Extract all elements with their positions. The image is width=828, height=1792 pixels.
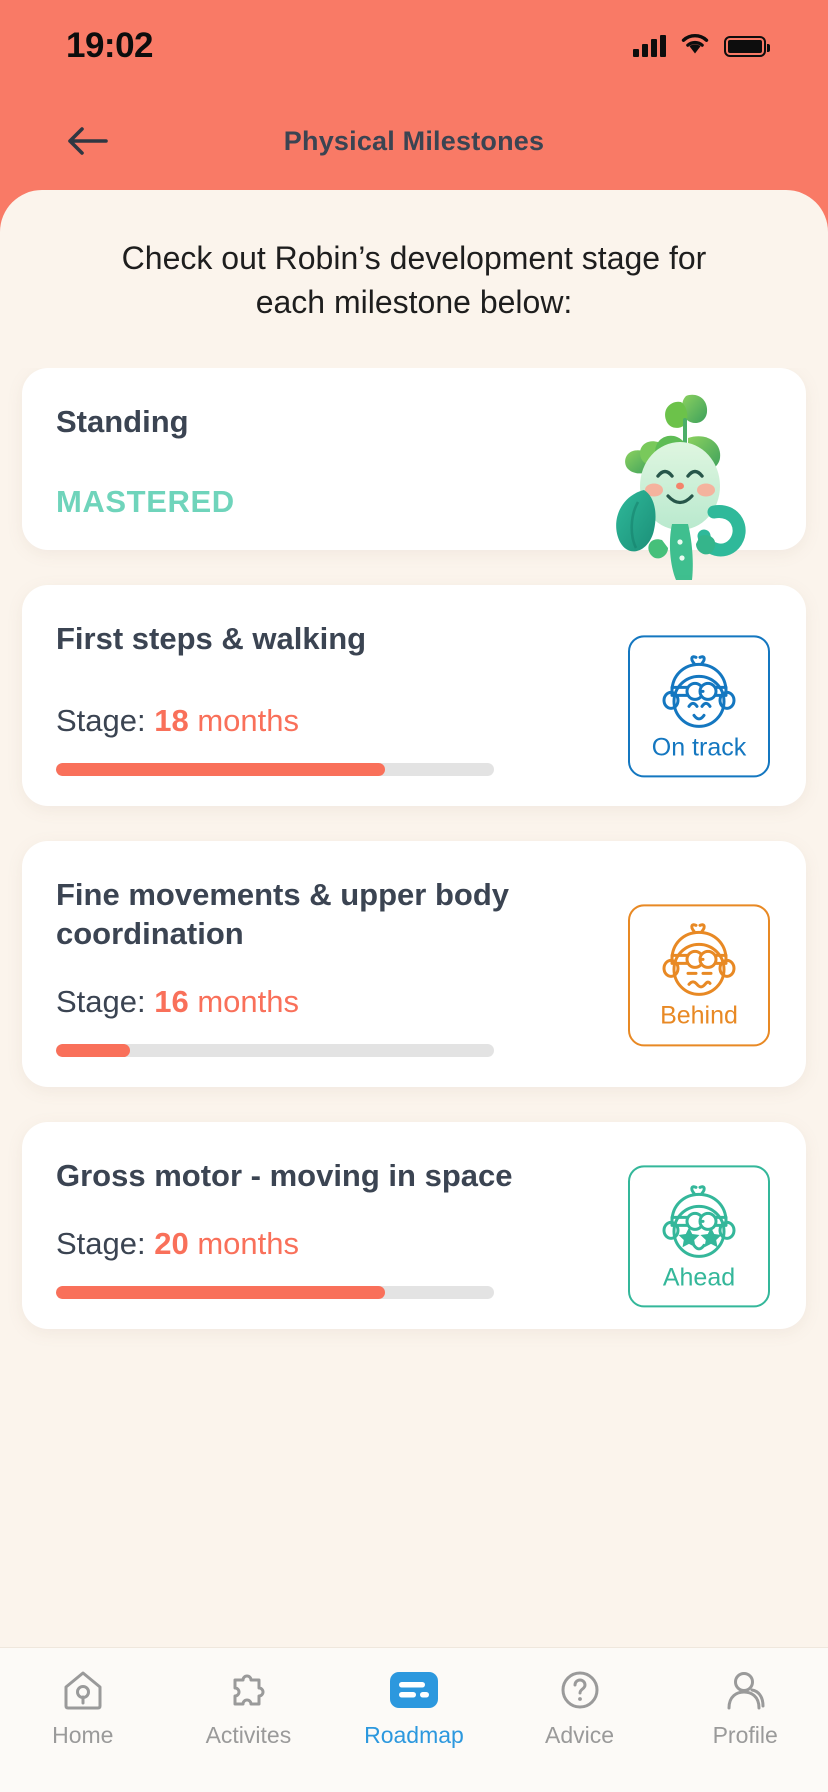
sprout-character-icon <box>588 390 758 580</box>
status-badge-label: Ahead <box>662 1263 736 1292</box>
wifi-icon <box>680 32 710 60</box>
milestone-list[interactable]: Standing MASTERED First steps & walking … <box>0 368 828 1647</box>
status-badge-label: Behind <box>660 1001 738 1030</box>
status-badge-label: On track <box>651 733 747 762</box>
milestone-title: Fine movements & upper body coordination <box>56 876 510 952</box>
milestone-progress-track <box>56 1285 494 1299</box>
status-badge-ahead[interactable]: Ahead <box>628 1165 770 1308</box>
milestone-progress-fill <box>56 762 385 776</box>
milestone-card-gross-motor[interactable]: Gross motor - moving in space Stage: 20 … <box>22 1122 806 1329</box>
stage-value: 20 <box>154 1225 189 1261</box>
milestone-title: Standing <box>56 404 189 439</box>
cellular-signal-icon <box>633 35 666 57</box>
stage-unit: months <box>197 1225 300 1261</box>
status-badge-behind[interactable]: Behind <box>628 904 770 1047</box>
milestone-card-fine-movements[interactable]: Fine movements & upper body coordination… <box>22 840 806 1088</box>
milestone-progress-track <box>56 1044 494 1058</box>
tab-activites[interactable]: Activites <box>166 1666 332 1749</box>
battery-full-icon <box>724 35 770 57</box>
milestone-title: First steps & walking <box>56 621 367 656</box>
home-icon <box>60 1666 106 1714</box>
nav-header: Physical Milestones <box>0 92 828 190</box>
tab-label: Home <box>52 1722 114 1748</box>
milestone-progress-track <box>56 762 494 776</box>
roadmap-icon <box>386 1666 442 1714</box>
tab-label: Activites <box>205 1722 292 1748</box>
puzzle-icon <box>225 1666 271 1714</box>
question-circle-icon <box>557 1666 603 1714</box>
milestone-title: Gross motor - moving in space <box>56 1158 513 1194</box>
tab-label: Profile <box>712 1722 778 1748</box>
content-sheet: Check out Robin’s development stage for … <box>0 190 828 1792</box>
milestone-card-first-steps[interactable]: First steps & walking Stage: 18 months O… <box>22 585 806 806</box>
milestone-progress-fill <box>56 1285 385 1299</box>
tab-label: Roadmap <box>364 1722 464 1748</box>
stage-value: 18 <box>154 702 189 738</box>
status-bar-icons <box>633 32 770 60</box>
back-button[interactable] <box>52 106 122 176</box>
stage-unit: months <box>197 702 300 738</box>
intro-text: Check out Robin’s development stage for … <box>121 240 707 321</box>
status-bar: 19:02 <box>0 0 828 92</box>
stage-prefix-label: Stage: <box>56 702 146 738</box>
stage-value: 16 <box>154 984 189 1020</box>
tab-roadmap[interactable]: Roadmap <box>331 1666 497 1749</box>
milestone-progress-fill <box>56 1044 131 1058</box>
stage-unit: months <box>197 984 300 1020</box>
baby-face-behind-icon <box>662 923 736 997</box>
status-bar-clock: 19:02 <box>66 26 154 65</box>
tab-advice[interactable]: Advice <box>497 1666 663 1749</box>
stage-prefix-label: Stage: <box>56 1225 146 1261</box>
stage-prefix-label: Stage: <box>56 984 146 1020</box>
baby-face-ahead-star-icon <box>662 1185 736 1258</box>
tab-label: Advice <box>545 1722 615 1748</box>
milestone-card-standing[interactable]: Standing MASTERED <box>22 368 806 580</box>
page-title: Physical Milestones <box>283 125 545 156</box>
tab-profile[interactable]: Profile <box>662 1666 828 1749</box>
back-arrow-icon <box>68 127 108 155</box>
person-icon <box>722 1666 768 1714</box>
bottom-tab-bar: Home Activites Roadmap Advice Profile <box>0 1647 828 1792</box>
tab-home[interactable]: Home <box>0 1666 166 1749</box>
baby-face-ontrack-icon <box>662 655 736 728</box>
status-badge-on-track[interactable]: On track <box>628 635 770 778</box>
